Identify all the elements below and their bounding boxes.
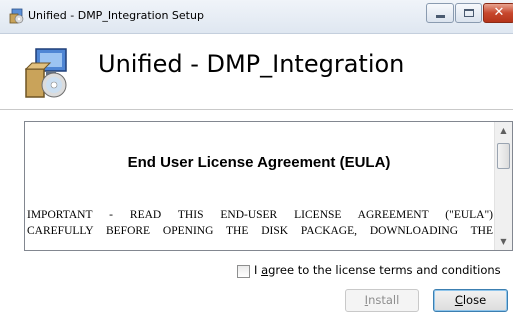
- close-button[interactable]: Close: [433, 289, 508, 312]
- close-icon: ✕: [493, 5, 505, 20]
- eula-heading: End User License Agreement (EULA): [127, 154, 391, 171]
- close-label: lose: [462, 293, 487, 307]
- agree-checkbox[interactable]: [237, 265, 250, 278]
- agree-label[interactable]: I agree to the license terms and conditi…: [254, 263, 501, 277]
- scroll-up-arrow-icon[interactable]: ▲: [495, 122, 512, 139]
- scroll-down-arrow-icon[interactable]: ▼: [495, 233, 512, 250]
- maximize-icon: [464, 9, 474, 17]
- title-bar[interactable]: Unified - DMP_Integration Setup ✕: [0, 0, 513, 34]
- close-mnemonic: C: [454, 293, 463, 307]
- install-button[interactable]: Install: [345, 289, 419, 312]
- eula-line: CAREFULLY BEFORE OPENING THE DISK PACKAG…: [27, 225, 493, 237]
- eula-body: IMPORTANT - READ THIS END-USER LICENSE A…: [27, 207, 493, 239]
- agree-label-prefix: I: [254, 263, 262, 277]
- agree-label-rest: gree to the license terms and conditions: [268, 263, 501, 277]
- eula-text-box[interactable]: End User License Agreement (EULA) IMPORT…: [24, 121, 513, 251]
- setup-package-icon: [24, 48, 67, 98]
- page-title: Unified - DMP_Integration: [98, 50, 405, 78]
- window-title: Unified - DMP_Integration Setup: [28, 9, 204, 22]
- setup-package-icon: [9, 8, 24, 24]
- eula-line: IMPORTANT - READ THIS END-USER LICENSE A…: [27, 209, 493, 221]
- vertical-scrollbar[interactable]: ▲ ▼: [494, 122, 512, 250]
- minimize-button[interactable]: [426, 3, 454, 23]
- header-divider: [0, 109, 513, 110]
- install-label: nstall: [368, 293, 400, 307]
- minimize-icon: [436, 15, 445, 18]
- maximize-button[interactable]: [455, 3, 482, 23]
- scroll-thumb[interactable]: [497, 143, 510, 169]
- close-window-button[interactable]: ✕: [483, 3, 513, 23]
